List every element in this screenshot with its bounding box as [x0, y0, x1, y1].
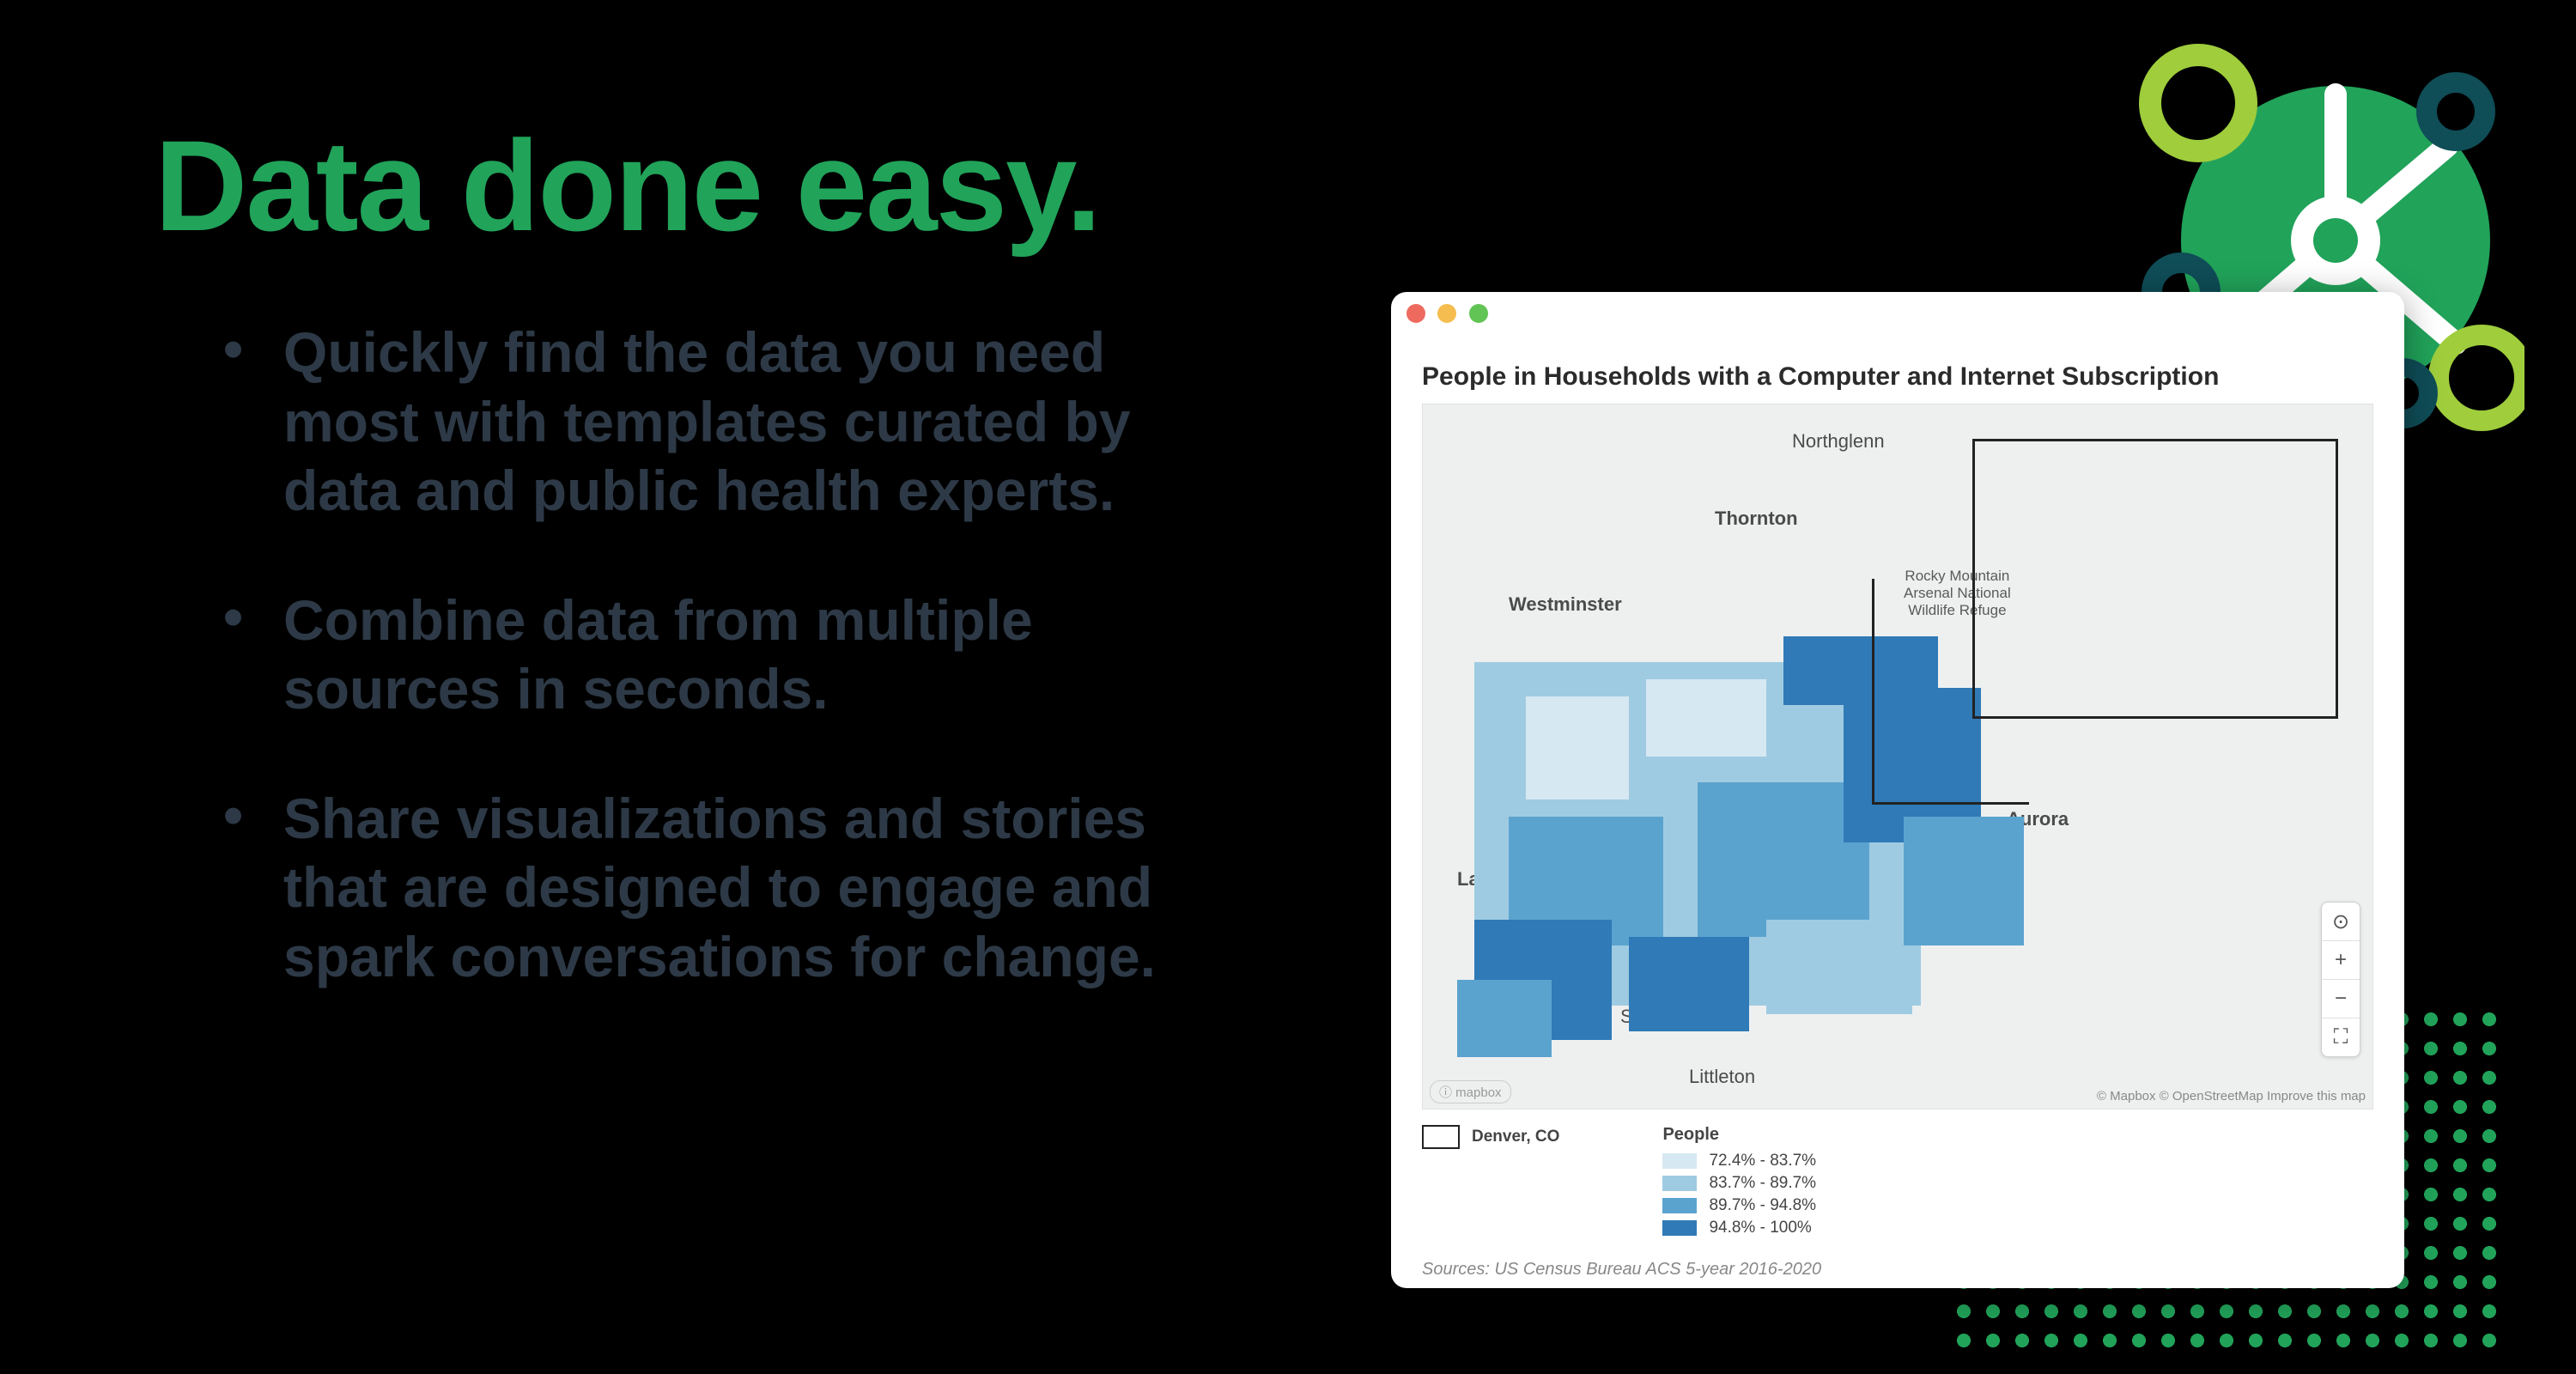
- map-attribution[interactable]: © Mapbox © OpenStreetMap Improve this ma…: [2097, 1089, 2366, 1103]
- map-label-thornton: Thornton: [1715, 508, 1798, 530]
- legend-bin-label: 72.4% - 83.7%: [1709, 1152, 1816, 1170]
- close-dot-icon: [1406, 304, 1425, 323]
- region-outline: [1972, 439, 2338, 719]
- reset-north-button[interactable]: ⊙: [2322, 903, 2360, 941]
- minimize-dot-icon: [1437, 304, 1456, 323]
- legend-metric-heading: People: [1662, 1125, 1816, 1145]
- legend-region: Denver, CO: [1422, 1125, 1559, 1241]
- legend-bin: 94.8% - 100%: [1662, 1219, 1816, 1237]
- browser-window: People in Households with a Computer and…: [1391, 292, 2404, 1288]
- outline-swatch-icon: [1422, 1125, 1460, 1149]
- zoom-out-button[interactable]: −: [2322, 980, 2360, 1018]
- bullet-item: Share visualizations and stories that ar…: [223, 784, 1168, 992]
- choropleth-map[interactable]: Northglenn Thornton Westminster Rocky Mo…: [1422, 404, 2373, 1110]
- legend-bin-label: 83.7% - 89.7%: [1709, 1174, 1816, 1193]
- legend-bin-label: 94.8% - 100%: [1709, 1219, 1811, 1237]
- map-controls: ⊙ + − ⛶: [2321, 902, 2360, 1057]
- legend-bin: 89.7% - 94.8%: [1662, 1196, 1816, 1215]
- maximize-dot-icon: [1469, 304, 1488, 323]
- legend-bin-label: 89.7% - 94.8%: [1709, 1196, 1816, 1215]
- mapbox-badge[interactable]: ⓘ mapbox: [1430, 1080, 1511, 1103]
- map-title: People in Households with a Computer and…: [1422, 362, 2373, 392]
- page-headline: Data done easy.: [155, 112, 1100, 260]
- bullet-item: Combine data from multiple sources in se…: [223, 586, 1168, 724]
- legend-metric: People 72.4% - 83.7% 83.7% - 89.7% 89.7%…: [1662, 1125, 1816, 1241]
- map-label-littleton: Littleton: [1689, 1066, 1755, 1088]
- zoom-in-button[interactable]: +: [2322, 941, 2360, 980]
- map-label-northglenn: Northglenn: [1792, 430, 1885, 453]
- legend-bin: 72.4% - 83.7%: [1662, 1152, 1816, 1170]
- bullet-list: Quickly find the data you need most with…: [223, 318, 1168, 1051]
- swatch-icon: [1662, 1220, 1697, 1236]
- swatch-icon: [1662, 1176, 1697, 1191]
- swatch-icon: [1662, 1198, 1697, 1213]
- fullscreen-button[interactable]: ⛶: [2322, 1018, 2360, 1056]
- swatch-icon: [1662, 1153, 1697, 1169]
- legend-region-label: Denver, CO: [1472, 1128, 1559, 1146]
- sources-text: Sources: US Census Bureau ACS 5-year 201…: [1422, 1260, 2373, 1280]
- window-controls: [1391, 292, 2404, 347]
- bullet-item: Quickly find the data you need most with…: [223, 318, 1168, 526]
- legend-bin: 83.7% - 89.7%: [1662, 1174, 1816, 1193]
